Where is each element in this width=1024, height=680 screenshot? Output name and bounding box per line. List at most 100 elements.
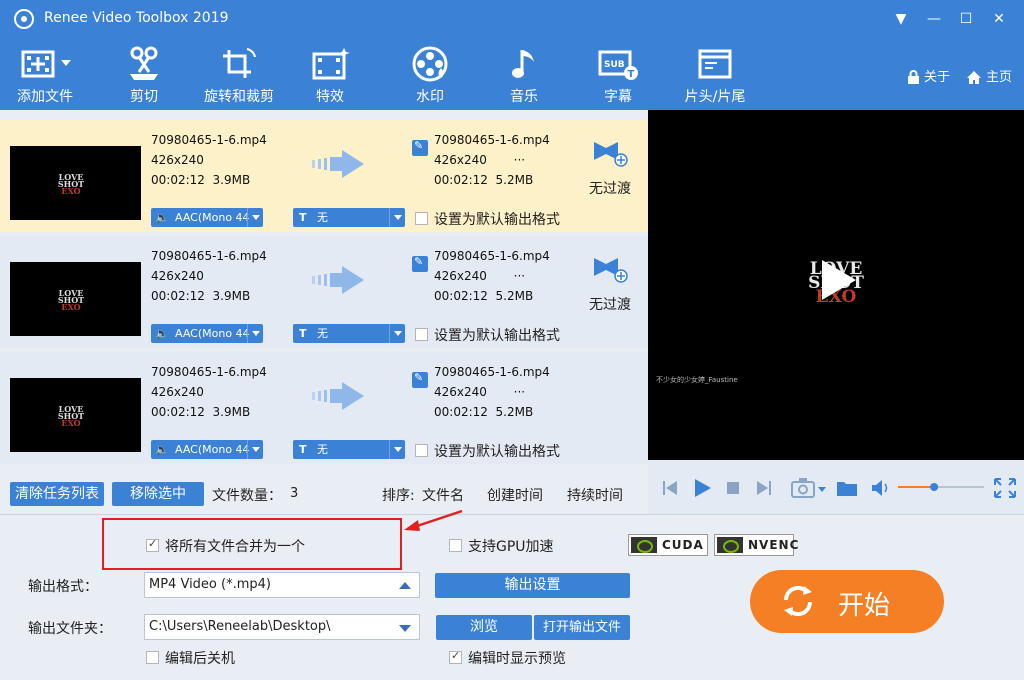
output-settings-button[interactable]: 输出设置 [435, 573, 630, 598]
sort-by-name-button[interactable]: 文件名 [422, 485, 464, 505]
tool-label: 剪切 [130, 89, 158, 105]
output-size: 5.2MB [495, 173, 534, 187]
home-button[interactable]: 主页 [966, 66, 1012, 85]
minimize-button[interactable]: — [921, 6, 947, 32]
subtitle-dropdown[interactable]: T 无 [293, 208, 405, 227]
edit-output-icon[interactable] [412, 255, 428, 272]
svg-text:T: T [628, 69, 635, 80]
tool-music[interactable]: 音乐 [494, 38, 554, 110]
chevron-down-icon [389, 208, 405, 227]
subtitle-dropdown[interactable]: T 无 [293, 440, 405, 459]
gpu-acceleration-label: 支持GPU加速 [468, 539, 554, 555]
volume-slider[interactable] [898, 482, 988, 492]
sort-by-duration-button[interactable]: 持续时间 [567, 485, 623, 505]
play-overlay-icon[interactable] [818, 258, 858, 302]
previous-icon[interactable] [662, 480, 678, 496]
more-icon[interactable]: ··· [514, 269, 525, 283]
output-info: 70980465-1-6.mp4 426x240 ··· 00:02:12 5.… [434, 362, 550, 422]
close-button[interactable]: ✕ [986, 6, 1012, 32]
thumbnail-logo: LOVE SHOT EXO [57, 288, 85, 312]
home-icon [967, 71, 981, 84]
intro-outro-icon [698, 49, 732, 79]
source-duration: 00:02:12 [151, 289, 205, 303]
gpu-acceleration-checkbox[interactable] [449, 539, 462, 552]
browse-button[interactable]: 浏览 [436, 615, 532, 640]
volume-icon[interactable] [871, 479, 891, 497]
output-duration: 00:02:12 [434, 173, 488, 187]
list-footer: 清除任务列表 移除选中 文件数量： 3 排序: 文件名 创建时间 持续时间 [0, 472, 648, 514]
folder-icon[interactable] [836, 479, 858, 497]
file-count-label: 文件数量： [212, 488, 282, 504]
source-filename: 70980465-1-6.mp4 [151, 365, 267, 379]
stop-icon[interactable] [727, 482, 739, 494]
video-preview[interactable]: LOVESHOTEXO 不少女的少女婷_Faustine [648, 110, 1024, 460]
nvenc-badge: NVENC [714, 534, 798, 556]
lock-icon [908, 70, 919, 84]
show-preview-checkbox[interactable] [449, 649, 462, 664]
tool-effects[interactable]: 特效 [300, 38, 360, 110]
video-thumbnail: LOVE SHOT EXO [10, 378, 141, 452]
menu-dropdown-button[interactable]: ▼ [888, 6, 914, 32]
chevron-down-icon [389, 440, 405, 459]
chevron-down-icon [247, 208, 263, 227]
chevron-down-icon [399, 625, 411, 632]
audio-track-dropdown[interactable]: 🔈 AAC(Mono 44 [151, 440, 263, 459]
set-default-checkbox[interactable] [415, 444, 428, 457]
output-info: 70980465-1-6.mp4 426x240 ··· 00:02:12 5.… [434, 246, 550, 306]
snapshot-camera-icon[interactable] [791, 477, 827, 499]
file-row[interactable]: LOVE SHOT EXO 70980465-1-6.mp4 426x240 00:… [0, 352, 648, 464]
refresh-icon [783, 585, 813, 617]
play-icon[interactable] [694, 478, 712, 498]
fullscreen-icon[interactable] [994, 478, 1016, 498]
video-thumbnail: LOVE SHOT EXO [10, 146, 141, 220]
more-icon[interactable]: ··· [514, 153, 525, 167]
output-folder-select[interactable]: C:\Users\Reneelab\Desktop\ [144, 614, 420, 640]
about-button[interactable]: 关于 [907, 66, 950, 85]
tool-label: 字幕 [604, 89, 632, 105]
open-output-folder-button[interactable]: 打开输出文件 [534, 615, 630, 640]
file-row[interactable]: LOVE SHOT EXO 70980465-1-6.mp4 426x240 00:… [0, 236, 648, 348]
tool-rotate-crop[interactable]: 旋转和裁剪 [196, 38, 282, 110]
tool-add-file[interactable]: 添加文件 [8, 38, 82, 110]
crop-rotate-icon [223, 48, 256, 78]
clear-task-list-button[interactable]: 清除任务列表 [10, 482, 104, 506]
source-info: 70980465-1-6.mp4 426x240 00:02:12 3.9MB [151, 130, 267, 190]
output-format-select[interactable]: MP4 Video (*.mp4) [144, 572, 420, 598]
transition-label: 无过渡 [589, 297, 631, 313]
sort-by-created-button[interactable]: 创建时间 [487, 485, 543, 505]
edit-output-icon[interactable] [412, 371, 428, 388]
start-button[interactable]: 开始 [750, 570, 944, 633]
next-icon[interactable] [756, 480, 772, 496]
set-default-label: 设置为默认输出格式 [434, 212, 560, 228]
subtitle-dropdown[interactable]: T 无 [293, 324, 405, 343]
tool-intro-outro[interactable]: 片头/片尾 [678, 38, 752, 110]
thumbnail-logo: LOVE SHOT EXO [57, 172, 85, 196]
watermark-icon [412, 46, 448, 82]
add-file-icon [21, 50, 71, 78]
source-duration: 00:02:12 [151, 173, 205, 187]
edit-output-icon[interactable] [412, 139, 428, 156]
show-preview-label: 编辑时显示预览 [468, 651, 566, 667]
set-default-checkbox[interactable] [415, 212, 428, 225]
audio-track-dropdown[interactable]: 🔈 AAC(Mono 44 [151, 208, 263, 227]
video-thumbnail: LOVE SHOT EXO [10, 262, 141, 336]
tool-cut[interactable]: 剪切 [112, 38, 176, 110]
audio-track-dropdown[interactable]: 🔈 AAC(Mono 44 [151, 324, 263, 343]
shutdown-after-edit-checkbox[interactable] [146, 651, 159, 664]
set-default-checkbox[interactable] [415, 328, 428, 341]
chevron-down-icon [247, 324, 263, 343]
tool-subtitle[interactable]: SUB T 字幕 [588, 38, 648, 110]
source-resolution: 426x240 [151, 153, 204, 167]
tool-watermark[interactable]: 水印 [400, 38, 460, 110]
more-icon[interactable]: ··· [514, 385, 525, 399]
cuda-badge: CUDA [628, 534, 708, 556]
transition-icon[interactable] [590, 252, 630, 284]
maximize-button[interactable]: ☐ [953, 6, 979, 32]
file-row[interactable]: LOVE SHOT EXO 70980465-1-6.mp4 426x240 00:… [0, 120, 648, 232]
source-info: 70980465-1-6.mp4 426x240 00:02:12 3.9MB [151, 246, 267, 306]
tool-label: 音乐 [510, 89, 538, 105]
source-resolution: 426x240 [151, 269, 204, 283]
remove-selected-button[interactable]: 移除选中 [112, 482, 204, 506]
source-duration: 00:02:12 [151, 405, 205, 419]
transition-icon[interactable] [590, 136, 630, 168]
